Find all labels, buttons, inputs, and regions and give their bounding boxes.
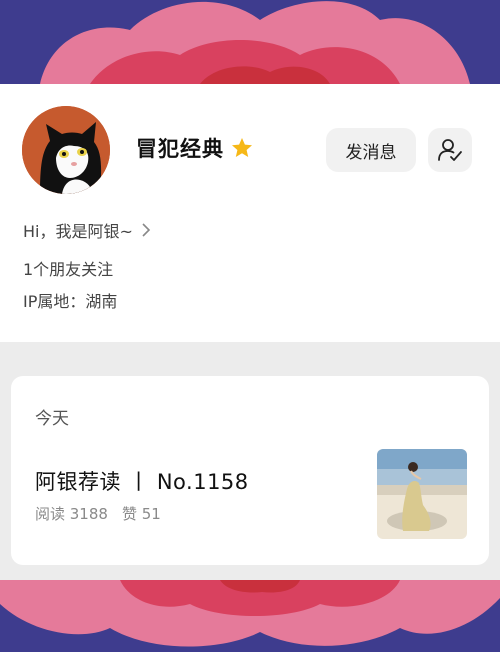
user-check-icon	[438, 139, 462, 161]
avatar[interactable]	[22, 106, 110, 194]
profile-banner-bottom	[0, 580, 500, 652]
like-count: 赞 51	[121, 505, 161, 523]
profile-name: 冒犯经典	[136, 137, 224, 161]
follow-button[interactable]	[428, 128, 472, 172]
post-title[interactable]: 阿银荐读 丨 No.1158	[35, 466, 249, 496]
profile-banner-top	[0, 0, 500, 84]
star-icon	[232, 138, 252, 157]
profile-card: 冒犯经典 发消息 Hi，我是阿银~ 1个朋友关注 IP属地：湖南	[0, 84, 500, 342]
post-thumbnail[interactable]	[377, 449, 467, 539]
feed-card[interactable]: 今天 阿银荐读 丨 No.1158 阅读 3188 赞 51	[11, 376, 489, 565]
send-message-button[interactable]: 发消息	[326, 128, 416, 172]
read-count: 阅读 3188	[35, 505, 108, 523]
name-row: 冒犯经典	[136, 133, 254, 163]
post-stats: 阅读 3188 赞 51	[35, 503, 161, 524]
day-label: 今天	[35, 409, 69, 429]
bio-link[interactable]: Hi，我是阿银~	[23, 218, 151, 242]
post-thumbnail-image	[377, 449, 467, 539]
ip-location: IP属地：湖南	[23, 292, 118, 311]
cat-avatar-image	[22, 106, 110, 194]
friends-following[interactable]: 1个朋友关注	[23, 256, 113, 280]
chevron-right-icon	[142, 223, 151, 237]
bio-text: Hi，我是阿银~	[23, 222, 133, 241]
